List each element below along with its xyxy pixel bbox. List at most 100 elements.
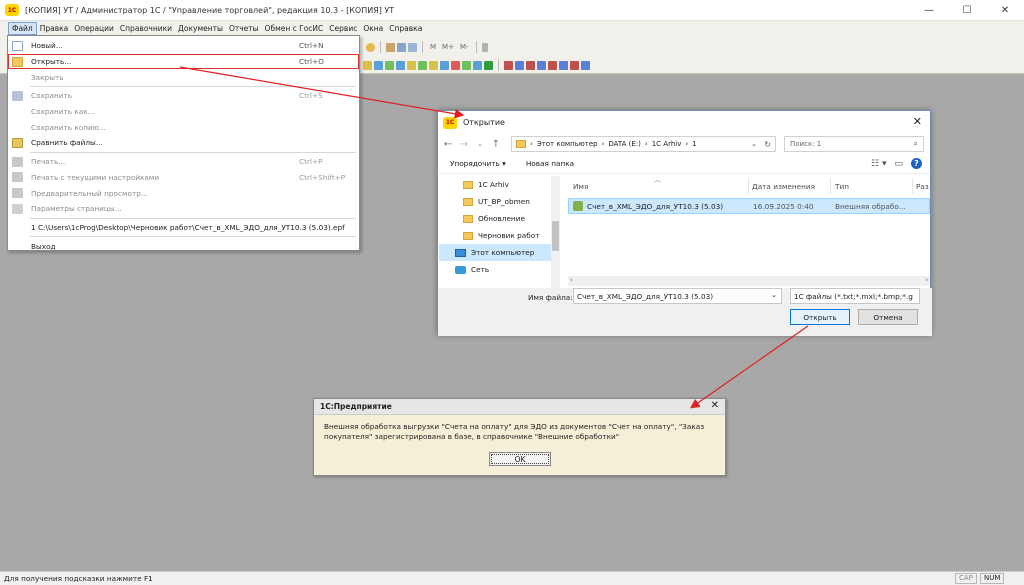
report-analysis-icon[interactable] [581, 60, 590, 70]
nav-item-folder[interactable]: UT_BP_obmen [439, 193, 560, 210]
report-debt-icon[interactable] [548, 60, 557, 70]
menu-operations[interactable]: Операции [71, 22, 117, 35]
breadcrumb-current[interactable]: 1 [692, 140, 696, 148]
breadcrumb-drive[interactable]: DATA (E:) [608, 140, 641, 148]
column-date[interactable]: Дата изменения [752, 182, 815, 191]
menu-item-recent-file[interactable]: 1 C:\Users\1cProg\Desktop\Черновик работ… [8, 220, 359, 236]
statusbar: Для получения подсказки нажмите F1 CAP N… [0, 571, 1024, 585]
nav-pane-scrollbar[interactable] [551, 176, 560, 288]
recent-dropdown-icon[interactable]: ⌄ [472, 140, 488, 148]
nav-item-network[interactable]: Сеть [439, 261, 560, 278]
menu-help[interactable]: Справка [386, 22, 425, 35]
writeoff-icon[interactable] [451, 60, 460, 70]
back-arrow-icon[interactable]: ← [440, 139, 456, 150]
new-folder-button[interactable]: Новая папка [526, 159, 574, 168]
address-dropdown-icon[interactable]: ⌄ [751, 140, 757, 148]
nav-item-folder[interactable]: Обновление [439, 210, 560, 227]
up-arrow-icon[interactable]: ↑ [488, 139, 504, 150]
menu-item-compare-files[interactable]: Сравнить файлы... [8, 135, 359, 151]
ok-button[interactable]: OK [489, 452, 551, 466]
breadcrumb-this-pc[interactable]: Этот компьютер [537, 140, 598, 148]
filetype-select[interactable]: 1С файлы (*.txt;*.mxl;*.bmp;*.g [790, 288, 920, 304]
folder-icon [463, 231, 473, 240]
menu-item-close[interactable]: Закрыть [8, 69, 359, 85]
search-input[interactable]: Поиск: 1 ⌕ [784, 136, 924, 152]
menu-documents[interactable]: Документы [175, 22, 226, 35]
breadcrumb-folder[interactable]: 1C Arhiv [652, 140, 682, 148]
dialog-body: 1C Arhiv UT_BP_obmen Обновление Черновик… [438, 175, 932, 288]
calculator-icon[interactable] [366, 42, 375, 52]
file-row[interactable]: Счет_в_XML_ЭДО_для_УТ10.3 (5.03) 16.09.2… [568, 198, 930, 214]
report-prices-icon[interactable] [570, 60, 579, 70]
message-box-close-button[interactable]: ✕ [711, 400, 719, 411]
menu-reports[interactable]: Отчеты [226, 22, 262, 35]
menu-item-print-preview[interactable]: Предварительный просмотр... [8, 185, 359, 201]
sale-icon[interactable] [429, 60, 438, 70]
forward-arrow-icon[interactable]: → [456, 139, 472, 150]
help-icon[interactable]: ? [911, 158, 922, 169]
menu-item-page-setup[interactable]: Параметры страницы... [8, 201, 359, 217]
menu-item-save-as[interactable]: Сохранить как... [8, 104, 359, 120]
organize-button[interactable]: Упорядочить ▾ [450, 159, 506, 168]
nav-item-folder[interactable]: 1C Arhiv [439, 176, 560, 193]
menu-windows[interactable]: Окна [360, 22, 386, 35]
catalog-icon[interactable] [363, 60, 372, 70]
report-money-icon[interactable] [537, 60, 546, 70]
column-name[interactable]: Имя [573, 182, 588, 191]
menu-item-exit[interactable]: Выход [8, 238, 359, 254]
column-size[interactable]: Раз [916, 182, 929, 191]
nav-item-folder[interactable]: Черновик работ [439, 227, 560, 244]
view-mode-icon[interactable]: ☷ ▾ [871, 159, 886, 169]
maximize-button[interactable]: ☐ [948, 0, 986, 21]
menu-item-save-copy[interactable]: Сохранить копию... [8, 119, 359, 135]
memory-store-button[interactable]: M [430, 43, 436, 51]
memory-subtract-button[interactable]: M- [460, 43, 469, 51]
report-icon[interactable] [504, 60, 513, 70]
pin-icon[interactable] [481, 42, 488, 52]
menu-item-save[interactable]: Сохранить Ctrl+S [8, 88, 359, 104]
return-icon[interactable] [440, 60, 449, 70]
nav-item-this-pc[interactable]: Этот компьютер [439, 244, 560, 261]
invoice-icon[interactable] [407, 60, 416, 70]
menu-item-print[interactable]: Печать... Ctrl+P [8, 154, 359, 170]
scrollbar-thumb[interactable] [552, 221, 559, 251]
close-button[interactable]: ✕ [986, 0, 1024, 21]
address-bar[interactable]: › Этот компьютер › DATA (E:) › 1C Arhiv … [511, 136, 776, 152]
document-icon[interactable] [374, 60, 383, 70]
dialog-navigation-bar: ← → ⌄ ↑ › Этот компьютер › DATA (E:) › 1… [438, 134, 930, 154]
menu-catalogs[interactable]: Справочники [117, 22, 175, 35]
preview-pane-icon[interactable]: ▭ [894, 159, 903, 169]
order-icon[interactable] [396, 60, 405, 70]
menu-edit[interactable]: Правка [37, 22, 72, 35]
inventory-icon[interactable] [473, 60, 482, 70]
report-sales-icon[interactable] [515, 60, 524, 70]
transfer-icon[interactable] [462, 60, 471, 70]
cancel-button[interactable]: Отмена [858, 309, 918, 325]
payment-icon[interactable] [418, 60, 427, 70]
menu-item-new[interactable]: Новый... Ctrl+N [8, 38, 359, 54]
file-list-horizontal-scrollbar[interactable]: ‹ › [568, 276, 930, 286]
filename-input[interactable]: Счет_в_XML_ЭДО_для_УТ10.3 (5.03) ⌄ [573, 288, 782, 304]
column-divider [912, 178, 913, 194]
scroll-right-icon[interactable]: › [925, 276, 928, 284]
dialog-close-button[interactable]: ✕ [913, 115, 922, 128]
menu-gosis-exchange[interactable]: Обмен с ГосИС [262, 22, 327, 35]
calendar-icon[interactable] [386, 42, 395, 52]
receipt-icon[interactable] [385, 60, 394, 70]
open-button[interactable]: Открыть [790, 309, 850, 325]
report-orders-icon[interactable] [559, 60, 568, 70]
cash-icon[interactable] [484, 60, 493, 70]
menu-file[interactable]: Файл [8, 22, 37, 35]
minimize-button[interactable]: — [910, 0, 948, 21]
calculator-panel-icon[interactable] [397, 42, 406, 52]
refresh-icon[interactable]: ↻ [764, 140, 771, 149]
menu-item-print-current[interactable]: Печать с текущими настройками Ctrl+Shift… [8, 170, 359, 186]
scroll-left-icon[interactable]: ‹ [570, 276, 573, 284]
menu-item-open[interactable]: Открыть... Ctrl+O [8, 53, 359, 70]
column-type[interactable]: Тип [835, 182, 849, 191]
clock-icon[interactable] [408, 42, 417, 52]
menu-service[interactable]: Сервис [326, 22, 360, 35]
memory-add-button[interactable]: M+ [442, 43, 454, 51]
chevron-down-icon[interactable]: ⌄ [771, 291, 777, 299]
report-stock-icon[interactable] [526, 60, 535, 70]
